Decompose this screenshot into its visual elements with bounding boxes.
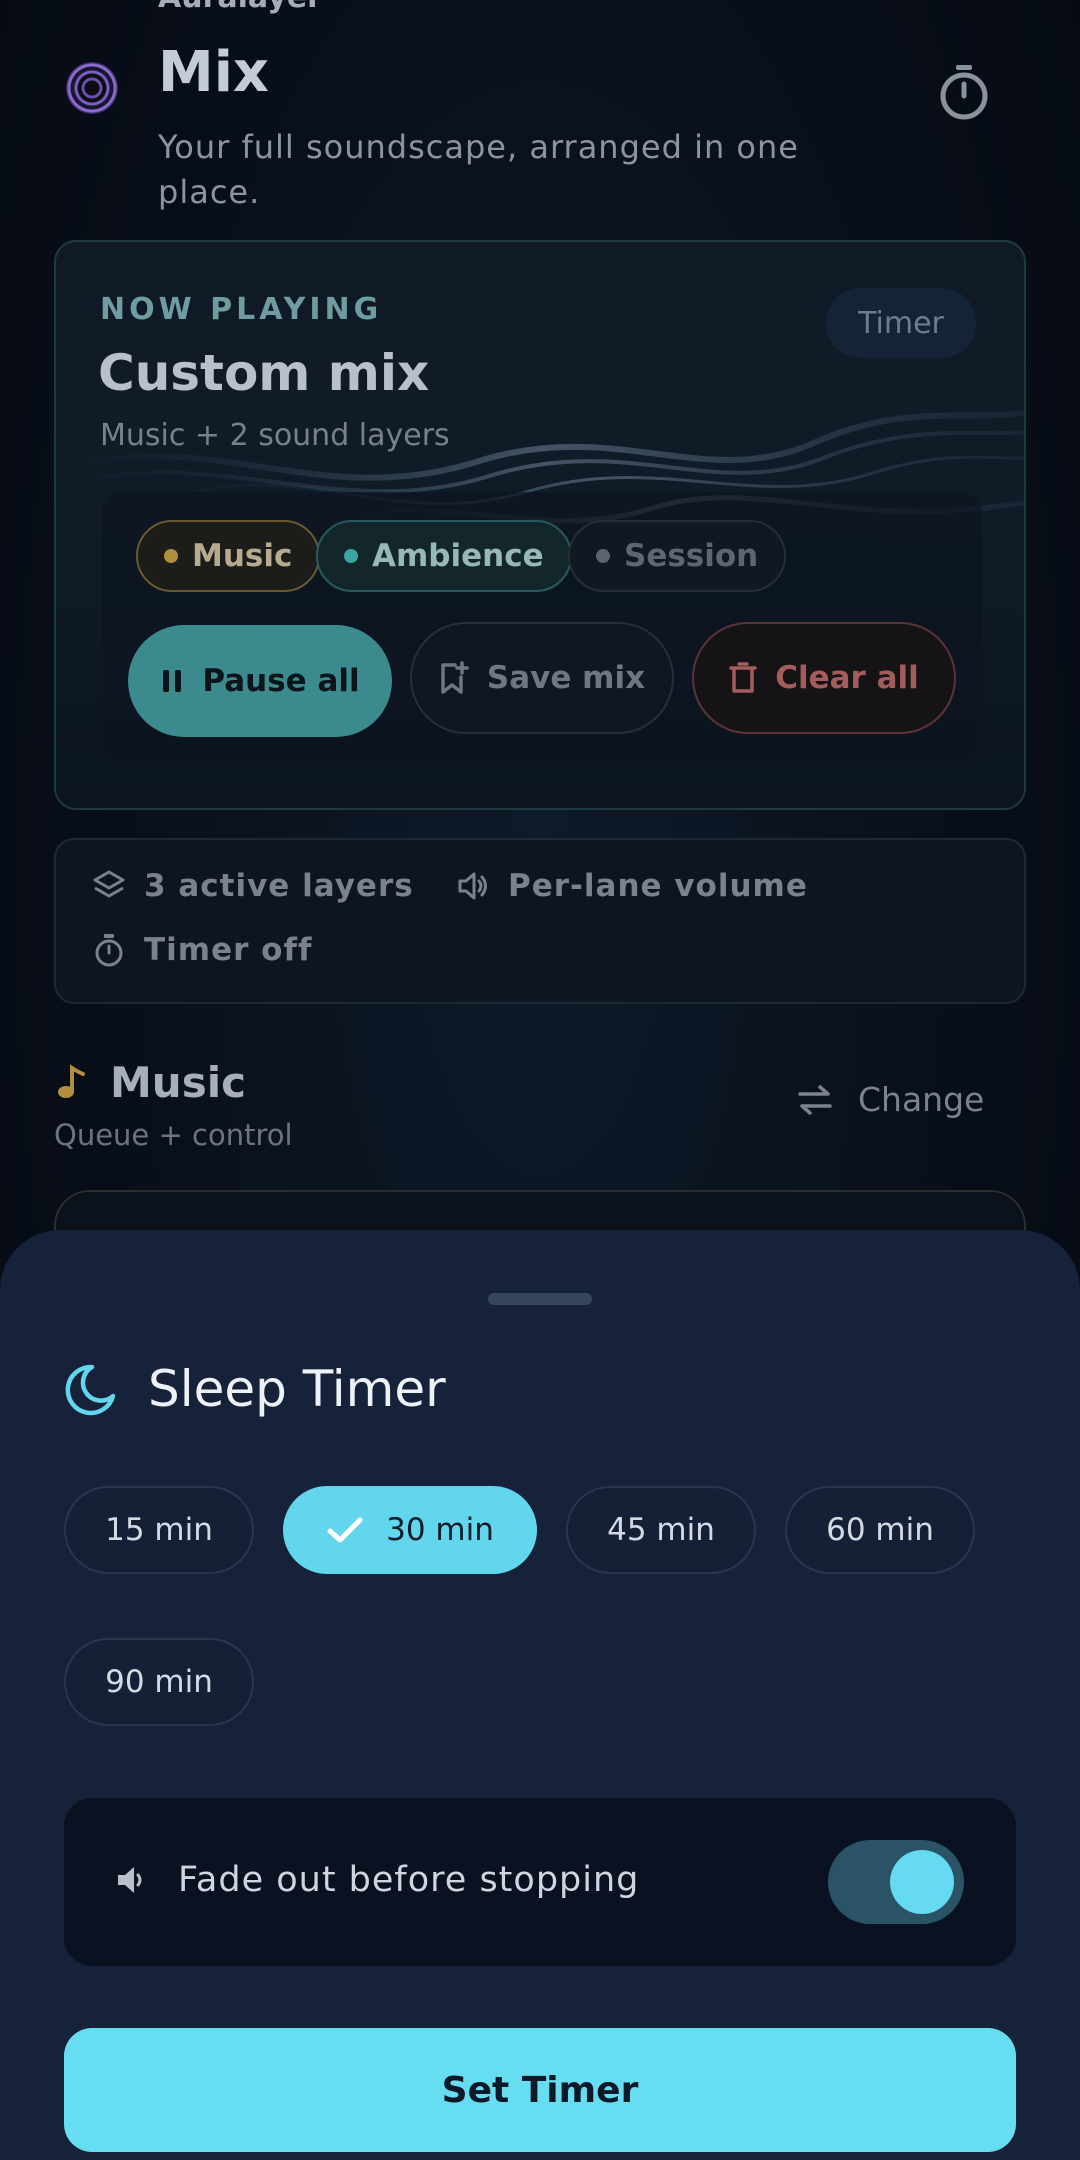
app-screen: Auralayer Mix Your full soundscape, arra…	[0, 0, 1080, 2160]
duration-label: 90 min	[105, 1664, 213, 1700]
sleep-timer-sheet: Sleep Timer 15 min 30 min 45 min 60 min …	[0, 1230, 1080, 2160]
duration-label: 30 min	[386, 1512, 494, 1548]
chip-session[interactable]: Session	[568, 520, 787, 592]
duration-option-45[interactable]: 45 min	[566, 1486, 756, 1574]
now-playing-label: NOW PLAYING	[100, 292, 383, 327]
music-section-title: Music	[110, 1058, 246, 1107]
music-dot	[164, 549, 178, 563]
toggle-knob	[890, 1850, 954, 1914]
change-label: Change	[858, 1080, 985, 1119]
ambience-dot	[344, 549, 358, 563]
pause-all-label: Pause all	[202, 663, 360, 699]
duration-option-30[interactable]: 30 min	[283, 1486, 537, 1574]
stopwatch-icon	[95, 934, 123, 967]
stat-volume: Per-lane volume	[456, 868, 808, 904]
chip-ambience[interactable]: Ambience	[316, 520, 572, 592]
sheet-drag-handle[interactable]	[488, 1293, 592, 1305]
duration-label: 45 min	[607, 1512, 715, 1548]
music-note-icon	[56, 1064, 86, 1104]
swap-icon	[798, 1084, 832, 1115]
set-timer-button[interactable]: Set Timer	[64, 2028, 1016, 2152]
duration-option-60[interactable]: 60 min	[785, 1486, 975, 1574]
chip-music[interactable]: Music	[136, 520, 321, 592]
session-dot	[596, 549, 610, 563]
clear-all-label: Clear all	[775, 660, 919, 696]
layers-icon	[93, 870, 125, 898]
pause-all-button[interactable]: Pause all	[128, 625, 392, 737]
trash-icon	[729, 662, 757, 693]
stat-timer: Timer off	[92, 932, 312, 968]
timer-icon[interactable]	[936, 62, 992, 122]
duration-label: 60 min	[826, 1512, 934, 1548]
duration-option-15[interactable]: 15 min	[64, 1486, 254, 1574]
clear-all-button[interactable]: Clear all	[692, 622, 956, 734]
change-music-button[interactable]: Change	[796, 1080, 984, 1119]
mix-title: Custom mix	[98, 344, 430, 402]
stat-timer-text: Timer off	[144, 932, 313, 968]
timer-pill-button[interactable]: Timer	[826, 288, 976, 358]
volume-icon	[458, 872, 487, 900]
sheet-title: Sleep Timer	[148, 1360, 446, 1418]
speaker-icon	[112, 1862, 148, 1902]
app-name: Auralayer	[158, 0, 322, 15]
music-section-subtitle: Queue + control	[54, 1118, 293, 1152]
save-mix-button[interactable]: Save mix	[410, 622, 674, 734]
check-icon	[327, 1517, 363, 1543]
fade-out-row: Fade out before stopping	[64, 1798, 1016, 1966]
pause-icon	[163, 670, 182, 692]
duration-label: 15 min	[105, 1512, 213, 1548]
app-logo	[66, 62, 118, 114]
mix-subtitle: Music + 2 sound layers	[100, 418, 450, 453]
chip-label: Ambience	[372, 538, 544, 574]
fade-out-toggle[interactable]	[828, 1840, 964, 1924]
moon-icon	[62, 1362, 118, 1422]
fade-out-label: Fade out before stopping	[178, 1860, 640, 1900]
page-title: Mix	[158, 40, 270, 105]
chip-label: Music	[192, 538, 293, 574]
now-playing-card: NOW PLAYING Custom mix Music + 2 sound l…	[54, 240, 1026, 810]
page-subtitle: Your full soundscape, arranged in one pl…	[158, 128, 799, 211]
save-mix-label: Save mix	[486, 660, 646, 696]
duration-option-90[interactable]: 90 min	[64, 1638, 254, 1726]
chip-label: Session	[624, 538, 759, 574]
stat-layers-text: 3 active layers	[144, 868, 414, 904]
stat-layers: 3 active layers	[92, 868, 414, 904]
stat-volume-text: Per-lane volume	[508, 868, 808, 904]
bookmark-add-icon	[441, 661, 469, 694]
mix-stats-card: 3 active layers Per-lane volume Timer of…	[54, 838, 1026, 1004]
